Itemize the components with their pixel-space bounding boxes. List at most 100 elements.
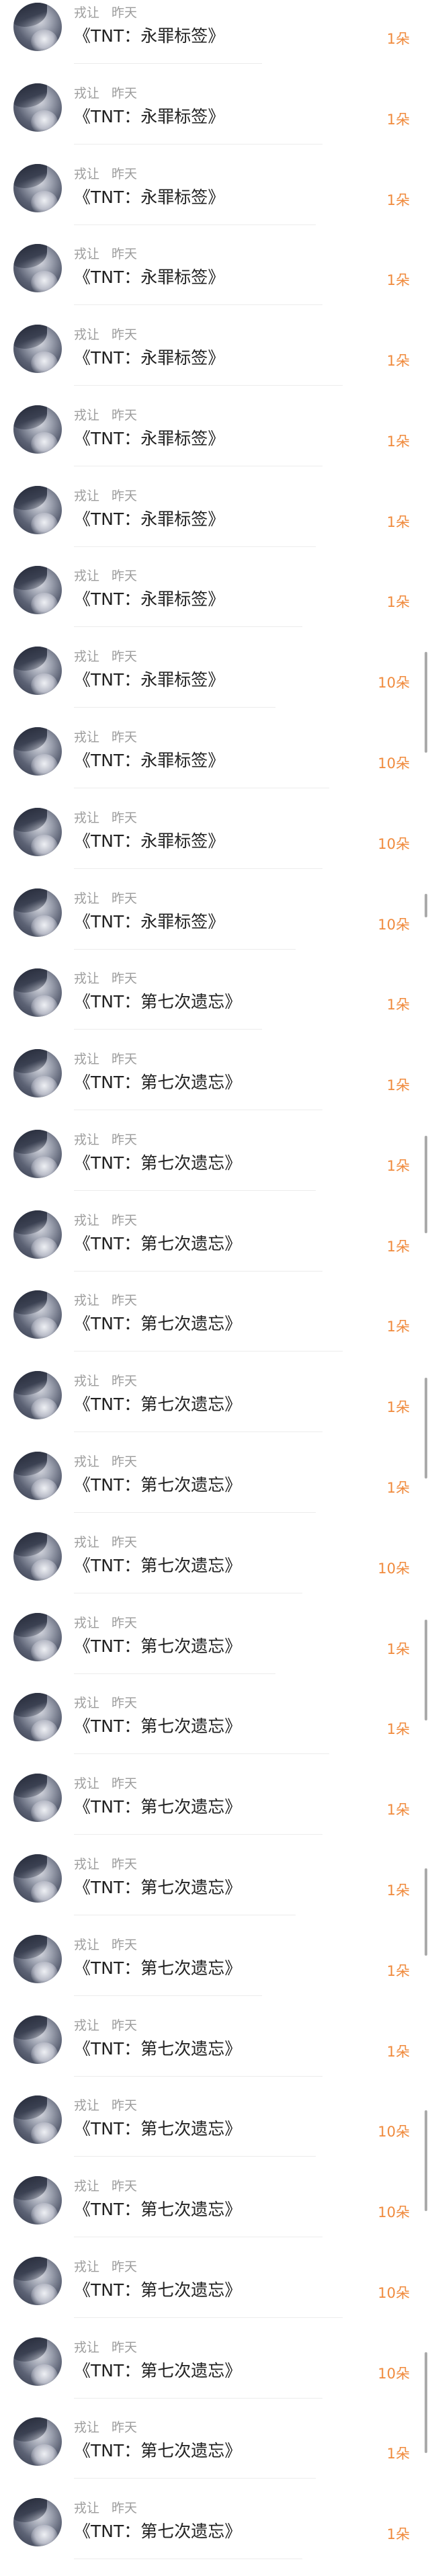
sender-meta: 戎让 昨天 [74,2095,137,2114]
avatar[interactable] [13,1371,62,1419]
gift-record-row[interactable]: 戎让 昨天 《TNT：永罪标签》 10朵 [0,628,430,708]
scrollbar-thumb[interactable] [425,1868,427,1956]
sender-name: 戎让 [74,408,100,423]
gift-record-row[interactable]: 戎让 昨天 《TNT：第七次遗忘》 1朵 [0,1674,430,1754]
avatar[interactable] [13,1290,62,1339]
gift-count: 1朵 [386,514,410,530]
gift-record-row[interactable]: 戎让 昨天 《TNT：永罪标签》 1朵 [0,65,430,144]
gift-record-row[interactable]: 戎让 昨天 《TNT：永罪标签》 1朵 [0,225,430,305]
avatar[interactable] [13,888,62,937]
gift-record-row[interactable]: 戎让 昨天 《TNT：第七次遗忘》 1朵 [0,1835,430,1915]
sender-meta: 戎让 昨天 [74,1693,137,1711]
book-title: 《TNT：第七次遗忘》 [74,1878,242,1897]
sender-name: 戎让 [74,971,100,986]
sender-meta: 戎让 昨天 [74,888,137,907]
gift-record-row[interactable]: 戎让 昨天 《TNT：第七次遗忘》 10朵 [0,2319,430,2399]
gift-record-row[interactable]: 戎让 昨天 《TNT：第七次遗忘》 10朵 [0,2157,430,2237]
gift-record-row[interactable]: 戎让 昨天 《TNT：永罪标签》 10朵 [0,708,430,788]
avatar[interactable] [13,2417,62,2466]
avatar[interactable] [13,2337,62,2386]
gift-count: 1朵 [386,1641,410,1657]
book-title: 《TNT：永罪标签》 [74,348,225,368]
avatar[interactable] [13,566,62,614]
sender-name: 戎让 [74,2018,100,2033]
gift-record-row[interactable]: 戎让 昨天 《TNT：第七次遗忘》 1朵 [0,1192,430,1272]
avatar[interactable] [13,727,62,776]
gift-record-row[interactable]: 戎让 昨天 《TNT：第七次遗忘》 1朵 [0,950,430,1030]
gift-record-row[interactable]: 戎让 昨天 《TNT：永罪标签》 1朵 [0,145,430,225]
sent-time: 昨天 [112,1293,138,1308]
avatar[interactable] [13,1210,62,1259]
avatar[interactable] [13,2095,62,2144]
scrollbar-thumb[interactable] [425,2352,427,2453]
avatar[interactable] [13,3,62,51]
sender-meta: 戎让 昨天 [74,83,137,101]
gift-record-row[interactable]: 戎让 昨天 《TNT：永罪标签》 10朵 [0,789,430,869]
avatar[interactable] [13,486,62,534]
avatar[interactable] [13,1613,62,1661]
gift-record-row[interactable]: 戎让 昨天 《TNT：第七次遗忘》 1朵 [0,1111,430,1191]
gift-record-row[interactable]: 戎让 昨天 《TNT：第七次遗忘》 1朵 [0,2399,430,2479]
sent-time: 昨天 [112,1213,138,1228]
avatar[interactable] [13,1532,62,1581]
avatar[interactable] [13,1774,62,1822]
gift-record-row[interactable]: 戎让 昨天 《TNT：第七次遗忘》 1朵 [0,1352,430,1432]
scrollbar-thumb[interactable] [425,1620,427,1720]
sender-meta: 戎让 昨天 [74,1371,137,1389]
gift-count: 10朵 [378,755,410,772]
gift-record-row[interactable]: 戎让 昨天 《TNT：第七次遗忘》 1朵 [0,1030,430,1110]
avatar[interactable] [13,83,62,132]
gift-record-row[interactable]: 戎让 昨天 《TNT：第七次遗忘》 1朵 [0,1433,430,1513]
gift-record-row[interactable]: 戎让 昨天 《TNT：第七次遗忘》 10朵 [0,2238,430,2318]
gift-record-row[interactable]: 戎让 昨天 《TNT：第七次遗忘》 1朵 [0,2479,430,2559]
avatar[interactable] [13,2498,62,2546]
gift-record-row[interactable]: 戎让 昨天 《TNT：第七次遗忘》 10朵 [0,1513,430,1593]
gift-count: 10朵 [378,1561,410,1577]
scrollbar-thumb[interactable] [425,652,427,753]
gift-record-row[interactable]: 戎让 昨天 《TNT：第七次遗忘》 10朵 [0,2077,430,2157]
avatar[interactable] [13,1854,62,1903]
gift-record-row[interactable]: 戎让 昨天 《TNT：第七次遗忘》 1朵 [0,1997,430,2077]
avatar[interactable] [13,1452,62,1500]
row-divider [74,1431,322,1432]
book-title: 《TNT：永罪标签》 [74,267,225,287]
avatar[interactable] [13,1049,62,1097]
gift-record-row[interactable]: 戎让 昨天 《TNT：永罪标签》 1朵 [0,0,430,64]
avatar[interactable] [13,405,62,454]
book-title: 《TNT：永罪标签》 [74,188,225,207]
gift-record-row[interactable]: 戎让 昨天 《TNT：永罪标签》 1朵 [0,306,430,386]
gift-record-row[interactable]: 戎让 昨天 《TNT：永罪标签》 1朵 [0,547,430,627]
sender-meta: 戎让 昨天 [74,486,137,504]
avatar[interactable] [13,1935,62,1983]
avatar[interactable] [13,1693,62,1741]
sender-meta: 戎让 昨天 [74,727,137,745]
avatar[interactable] [13,244,62,292]
avatar[interactable] [13,1130,62,1178]
scrollbar-thumb[interactable] [425,1136,427,1233]
avatar[interactable] [13,2176,62,2225]
avatar[interactable] [13,2257,62,2305]
sender-meta: 戎让 昨天 [74,164,137,182]
avatar[interactable] [13,325,62,373]
scrollbar-thumb[interactable] [425,2110,427,2211]
avatar[interactable] [13,968,62,1017]
gift-record-row[interactable]: 戎让 昨天 《TNT：第七次遗忘》 1朵 [0,1594,430,1674]
avatar[interactable] [13,808,62,856]
sender-name: 戎让 [74,489,100,503]
sent-time: 昨天 [112,1776,138,1791]
sender-name: 戎让 [74,649,100,664]
gift-record-row[interactable]: 戎让 昨天 《TNT：永罪标签》 1朵 [0,467,430,547]
avatar[interactable] [13,2016,62,2064]
gift-record-row[interactable]: 戎让 昨天 《TNT：第七次遗忘》 1朵 [0,1755,430,1835]
gift-record-row[interactable]: 戎让 昨天 《TNT：永罪标签》 10朵 [0,870,430,950]
scrollbar-thumb[interactable] [425,1378,427,1479]
gift-record-row[interactable]: 戎让 昨天 《TNT：永罪标签》 1朵 [0,386,430,466]
book-title: 《TNT：第七次遗忘》 [74,2119,242,2138]
sender-meta: 戎让 昨天 [74,3,137,21]
scrollbar-thumb[interactable] [425,894,427,917]
avatar[interactable] [13,164,62,212]
gift-record-row[interactable]: 戎让 昨天 《TNT：第七次遗忘》 1朵 [0,1916,430,1996]
book-title: 《TNT：第七次遗忘》 [74,1958,242,1978]
gift-record-row[interactable]: 戎让 昨天 《TNT：第七次遗忘》 1朵 [0,1272,430,1352]
avatar[interactable] [13,647,62,695]
